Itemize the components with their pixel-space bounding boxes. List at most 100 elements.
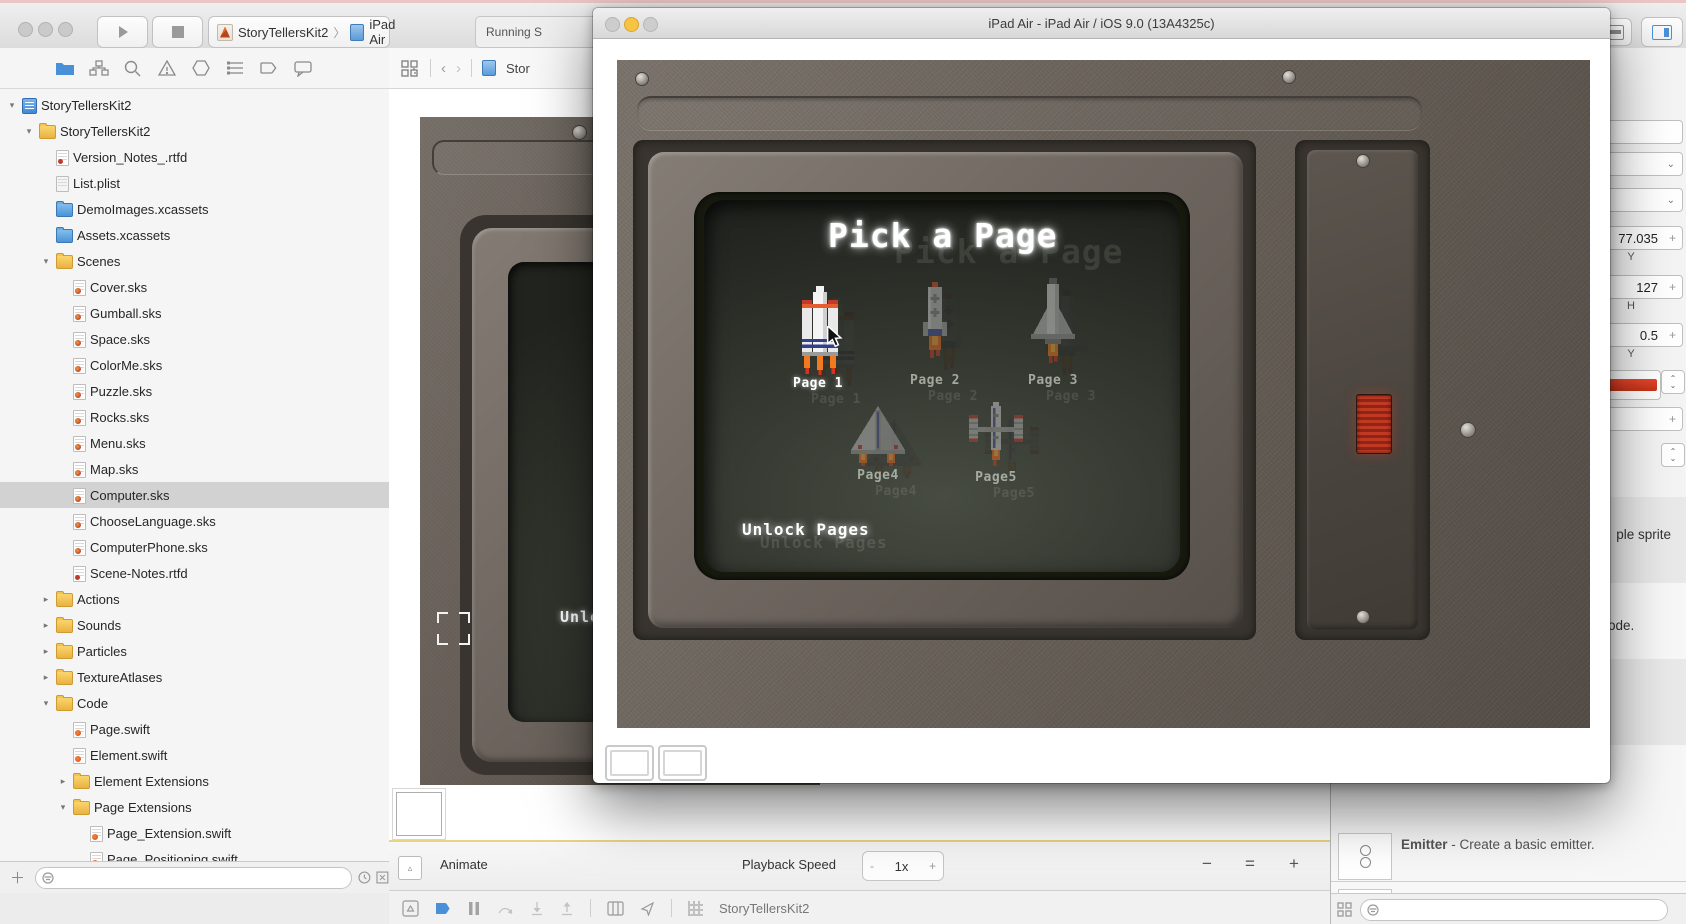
forward-button[interactable]: › xyxy=(456,60,461,77)
breakpoint-navigator-icon[interactable] xyxy=(259,59,279,77)
issue-navigator-icon[interactable] xyxy=(157,59,177,77)
disclosure-triangle[interactable]: ▾ xyxy=(57,802,69,813)
tree-item-element-swift[interactable]: Element.swift xyxy=(0,742,389,768)
tree-item-textureatlases[interactable]: ▸TextureAtlases xyxy=(0,664,389,690)
report-navigator-icon[interactable] xyxy=(293,59,313,77)
collapse-timeline-button[interactable]: ▵ xyxy=(398,856,422,880)
test-navigator-icon[interactable] xyxy=(191,59,211,77)
library-filter-field[interactable] xyxy=(1360,899,1668,921)
project-navigator-icon[interactable] xyxy=(55,59,75,77)
page4-label[interactable]: Page4 xyxy=(857,468,899,483)
disclosure-triangle[interactable]: ▸ xyxy=(57,776,69,787)
disclosure-triangle[interactable]: ▸ xyxy=(40,646,52,657)
disclosure-triangle[interactable]: ▾ xyxy=(40,698,52,709)
tree-item-rocks-sks[interactable]: Rocks.sks xyxy=(0,404,389,430)
tree-item-page-swift[interactable]: Page.swift xyxy=(0,716,389,742)
tree-item-scene-notes-rtfd[interactable]: Scene-Notes.rtfd xyxy=(0,560,389,586)
zoom-reset-button[interactable]: = xyxy=(1245,854,1255,874)
recent-files-icon[interactable] xyxy=(358,871,371,884)
tree-item-gumball-sks[interactable]: Gumball.sks xyxy=(0,300,389,326)
stepper-plus[interactable]: + xyxy=(1669,231,1676,245)
tree-item-list-plist[interactable]: List.plist xyxy=(0,170,389,196)
stepper-plus[interactable]: + xyxy=(1669,328,1676,342)
view-debugger-icon[interactable] xyxy=(607,901,624,916)
simulator-button-left[interactable] xyxy=(605,745,654,781)
tree-item-map-sks[interactable]: Map.sks xyxy=(0,456,389,482)
breakpoints-toggle-icon[interactable] xyxy=(435,901,451,916)
utilities-toggle-button[interactable] xyxy=(1641,17,1683,47)
speed-minus[interactable]: - xyxy=(870,859,874,873)
tree-item-storytellerskit2[interactable]: ▾StoryTellersKit2 xyxy=(0,92,389,118)
run-button[interactable] xyxy=(97,16,148,48)
tree-item-version-notes-rtfd[interactable]: Version_Notes_.rtfd xyxy=(0,144,389,170)
add-file-button[interactable]: ＋ xyxy=(10,867,25,888)
tree-item-space-sks[interactable]: Space.sks xyxy=(0,326,389,352)
tree-item-puzzle-sks[interactable]: Puzzle.sks xyxy=(0,378,389,404)
minimize-button[interactable] xyxy=(38,22,53,37)
page3-label[interactable]: Page 3 xyxy=(1028,373,1078,388)
color-stepper[interactable]: ⌃⌄ xyxy=(1661,370,1685,394)
page3-sprite[interactable] xyxy=(1027,278,1079,366)
debug-navigator-icon[interactable] xyxy=(225,59,245,77)
tree-item-colorme-sks[interactable]: ColorMe.sks xyxy=(0,352,389,378)
back-button[interactable]: ‹ xyxy=(441,60,446,77)
breadcrumb[interactable]: Stor xyxy=(506,61,530,76)
simulator-titlebar[interactable]: iPad Air - iPad Air / iOS 9.0 (13A4325c) xyxy=(593,8,1610,39)
zoom-in-button[interactable]: + xyxy=(1289,854,1299,874)
step-out-icon[interactable] xyxy=(560,901,574,916)
tree-item-page-extensions[interactable]: ▾Page Extensions xyxy=(0,794,389,820)
status-process-name[interactable]: StoryTellersKit2 xyxy=(719,901,809,916)
page4-sprite[interactable] xyxy=(843,406,913,466)
animate-label[interactable]: Animate xyxy=(440,857,488,872)
playback-speed-stepper[interactable]: - 1x + xyxy=(862,851,944,881)
related-items-icon[interactable] xyxy=(401,60,420,77)
navigator-filter-field[interactable] xyxy=(35,867,352,889)
disclosure-triangle[interactable]: ▾ xyxy=(40,256,52,267)
disclosure-triangle[interactable]: ▸ xyxy=(40,594,52,605)
scheme-selector[interactable]: StoryTellersKit2 〉 iPad Air xyxy=(208,16,390,48)
zoom-button[interactable] xyxy=(58,22,73,37)
tree-item-sounds[interactable]: ▸Sounds xyxy=(0,612,389,638)
tree-item-actions[interactable]: ▸Actions xyxy=(0,586,389,612)
tree-item-menu-sks[interactable]: Menu.sks xyxy=(0,430,389,456)
scm-status-icon[interactable] xyxy=(376,871,389,884)
tree-item-code[interactable]: ▾Code xyxy=(0,690,389,716)
tree-item-chooselanguage-sks[interactable]: ChooseLanguage.sks xyxy=(0,508,389,534)
zoom-button[interactable] xyxy=(643,17,658,32)
simulator-button-right[interactable] xyxy=(658,745,707,781)
stop-button[interactable] xyxy=(152,16,203,48)
stepper-plus[interactable]: + xyxy=(1669,280,1676,294)
stepper-plus[interactable]: + xyxy=(1669,412,1676,426)
show-debug-area-icon[interactable] xyxy=(402,900,419,917)
pause-icon[interactable] xyxy=(467,901,481,916)
library-grid-icon[interactable] xyxy=(1337,902,1352,917)
page1-label[interactable]: Page 1 xyxy=(793,376,843,391)
step-into-icon[interactable] xyxy=(530,901,544,916)
zoom-out-button[interactable]: − xyxy=(1202,854,1212,874)
page5-label[interactable]: Page5 xyxy=(975,470,1017,485)
tree-item-demoimages-xcassets[interactable]: DemoImages.xcassets xyxy=(0,196,389,222)
symbol-navigator-icon[interactable] xyxy=(89,59,109,77)
disclosure-triangle[interactable]: ▸ xyxy=(40,620,52,631)
close-button[interactable] xyxy=(605,17,620,32)
page5-sprite[interactable] xyxy=(965,402,1027,468)
tree-item-storytellerskit2[interactable]: ▾StoryTellersKit2 xyxy=(0,118,389,144)
search-navigator-icon[interactable] xyxy=(123,59,143,77)
close-button[interactable] xyxy=(18,22,33,37)
inspector-stepper[interactable]: ⌃⌄ xyxy=(1661,443,1685,467)
page2-sprite[interactable] xyxy=(914,282,956,366)
tree-item-computerphone-sks[interactable]: ComputerPhone.sks xyxy=(0,534,389,560)
disclosure-triangle[interactable]: ▾ xyxy=(23,126,35,137)
speed-plus[interactable]: + xyxy=(929,859,936,873)
tree-item-cover-sks[interactable]: Cover.sks xyxy=(0,274,389,300)
tree-item-page-extension-swift[interactable]: Page_Extension.swift xyxy=(0,820,389,846)
simulator-window[interactable]: iPad Air - iPad Air / iOS 9.0 (13A4325c)… xyxy=(593,8,1610,783)
disclosure-triangle[interactable]: ▸ xyxy=(40,672,52,683)
page2-label[interactable]: Page 2 xyxy=(910,373,960,388)
tree-item-particles[interactable]: ▸Particles xyxy=(0,638,389,664)
tree-item-scenes[interactable]: ▾Scenes xyxy=(0,248,389,274)
location-simulate-icon[interactable] xyxy=(640,901,655,916)
unlock-pages-button[interactable]: Unlock Pages xyxy=(742,520,870,539)
action-timeline-thumbnail[interactable] xyxy=(396,792,442,836)
step-over-icon[interactable] xyxy=(497,901,514,916)
